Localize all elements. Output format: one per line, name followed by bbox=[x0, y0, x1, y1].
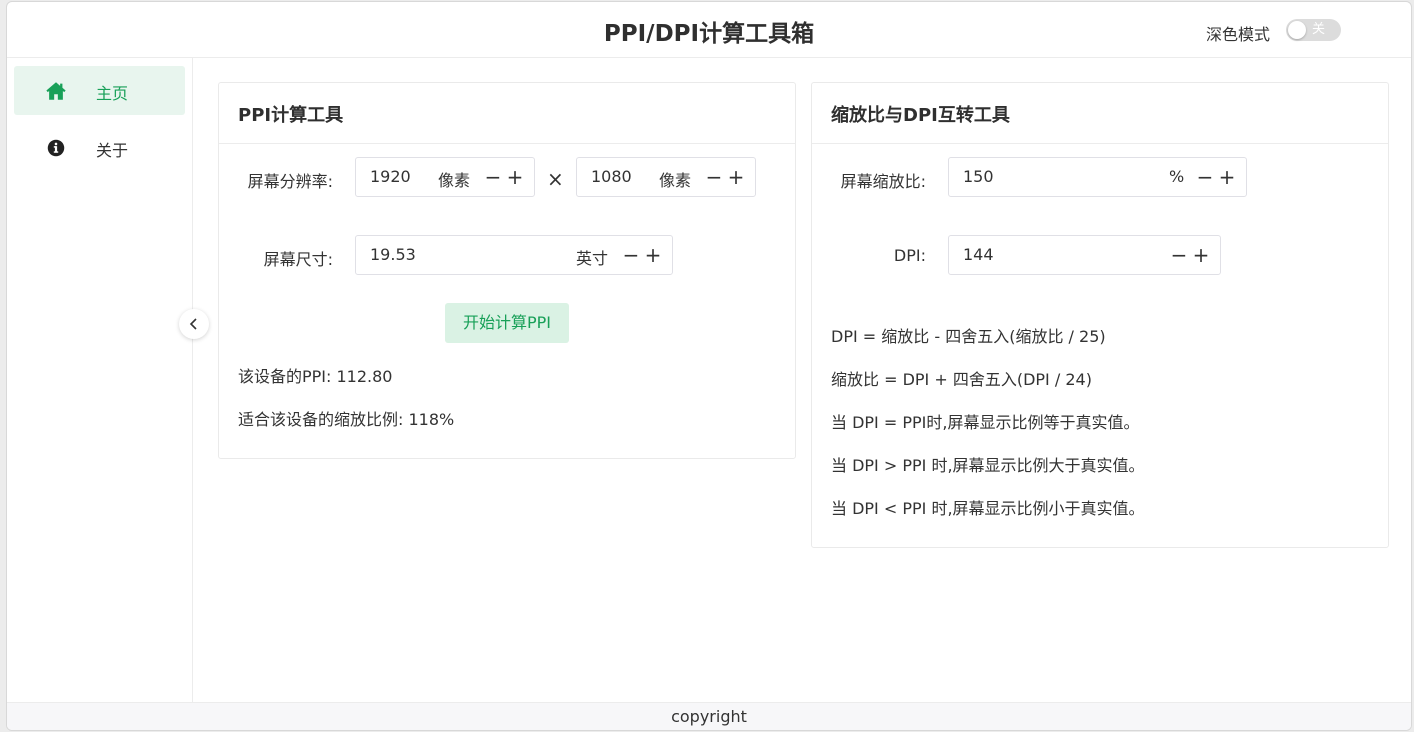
size-minus-button[interactable]: − bbox=[620, 243, 642, 267]
note-greater: 当 DPI > PPI 时,屏幕显示比例大于真实值。 bbox=[831, 456, 1145, 475]
scale-plus-button[interactable]: + bbox=[1216, 165, 1238, 189]
sidebar-item-label: 主页 bbox=[96, 84, 129, 103]
scale-result: 适合该设备的缩放比例: 118% bbox=[238, 410, 455, 429]
height-plus-button[interactable]: + bbox=[725, 165, 747, 189]
sidebar-item-label: 关于 bbox=[96, 141, 129, 160]
sidebar: 主页 关于 bbox=[7, 58, 193, 702]
width-plus-button[interactable]: + bbox=[504, 165, 526, 189]
height-unit: 像素 bbox=[659, 171, 692, 190]
ppi-card-title: PPI计算工具 bbox=[238, 105, 344, 126]
dpi-input[interactable]: 144 − + bbox=[948, 235, 1221, 275]
dpi-value: 144 bbox=[963, 245, 994, 264]
header: PPI/DPI计算工具箱 深色模式 关 bbox=[7, 2, 1411, 58]
dpi-plus-button[interactable]: + bbox=[1190, 243, 1212, 267]
sidebar-item-home[interactable]: 主页 bbox=[14, 66, 185, 115]
height-minus-button[interactable]: − bbox=[703, 165, 725, 189]
dpi-card-title: 缩放比与DPI互转工具 bbox=[831, 105, 1010, 126]
dark-mode-label: 深色模式 bbox=[1206, 25, 1271, 44]
scale-value: 150 bbox=[963, 167, 994, 186]
formula-dpi: DPI = 缩放比 - 四舍五入(缩放比 / 25) bbox=[831, 327, 1106, 346]
toggle-knob bbox=[1288, 21, 1306, 39]
width-minus-button[interactable]: − bbox=[482, 165, 504, 189]
sidebar-item-about[interactable]: 关于 bbox=[14, 123, 185, 172]
chevron-left-icon bbox=[189, 318, 197, 330]
height-value: 1080 bbox=[591, 167, 632, 186]
divider bbox=[219, 143, 795, 144]
sidebar-collapse-button[interactable] bbox=[179, 309, 209, 339]
dpi-label: DPI: bbox=[893, 246, 926, 265]
footer: copyright bbox=[7, 702, 1411, 730]
app-title: PPI/DPI计算工具箱 bbox=[603, 21, 815, 47]
note-less: 当 DPI < PPI 时,屏幕显示比例小于真实值。 bbox=[831, 499, 1145, 518]
height-input[interactable]: 1080 像素 − + bbox=[576, 157, 756, 197]
width-unit: 像素 bbox=[438, 171, 471, 190]
note-equal: 当 DPI = PPI时,屏幕显示比例等于真实值。 bbox=[831, 413, 1140, 432]
scale-label: 屏幕缩放比: bbox=[840, 172, 926, 191]
app-window: PPI/DPI计算工具箱 深色模式 关 主页 关于 PPI计算工具 屏幕分辨率:… bbox=[6, 1, 1412, 731]
dpi-card: 缩放比与DPI互转工具 屏幕缩放比: 150 % − + DPI: 144 − … bbox=[811, 82, 1389, 548]
ppi-card: PPI计算工具 屏幕分辨率: 1920 像素 − + × 1080 像素 − +… bbox=[218, 82, 796, 459]
formula-scale: 缩放比 = DPI + 四舍五入(DPI / 24) bbox=[831, 370, 1092, 389]
size-input[interactable]: 19.53 英寸 − + bbox=[355, 235, 673, 275]
size-value: 19.53 bbox=[370, 245, 416, 264]
scale-unit: % bbox=[1169, 167, 1185, 186]
dark-mode-toggle[interactable]: 关 bbox=[1286, 19, 1341, 41]
resolution-label: 屏幕分辨率: bbox=[247, 172, 333, 191]
times-sign: × bbox=[547, 167, 564, 191]
scale-input[interactable]: 150 % − + bbox=[948, 157, 1247, 197]
width-value: 1920 bbox=[370, 167, 411, 186]
scale-minus-button[interactable]: − bbox=[1194, 165, 1216, 189]
size-plus-button[interactable]: + bbox=[642, 243, 664, 267]
dpi-minus-button[interactable]: − bbox=[1168, 243, 1190, 267]
ppi-result: 该设备的PPI: 112.80 bbox=[238, 367, 393, 386]
calculate-ppi-button[interactable]: 开始计算PPI bbox=[445, 303, 569, 343]
size-unit: 英寸 bbox=[576, 249, 609, 268]
size-label: 屏幕尺寸: bbox=[263, 250, 333, 269]
toggle-state-text: 关 bbox=[1312, 22, 1326, 37]
divider bbox=[812, 143, 1388, 144]
info-icon bbox=[47, 139, 65, 157]
width-input[interactable]: 1920 像素 − + bbox=[355, 157, 535, 197]
home-icon bbox=[46, 82, 66, 100]
